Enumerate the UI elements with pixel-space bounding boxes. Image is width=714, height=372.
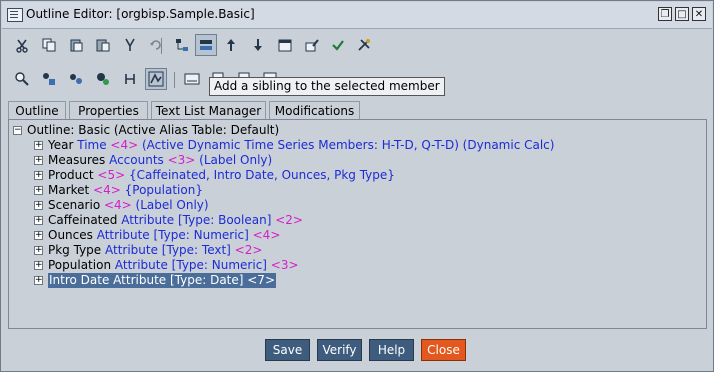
tab-text-list-manager[interactable]: Text List Manager [151,101,266,119]
edit-icon[interactable] [301,34,323,56]
tab-properties[interactable]: Properties [69,101,148,119]
member-label: Caffeinated Attribute [Type: Boolean] <2… [48,213,303,227]
expand-icon[interactable]: + [34,141,43,150]
properties-icon[interactable] [92,68,114,90]
expand-icon[interactable]: + [34,186,43,195]
expand-icon[interactable]: + [34,171,43,180]
tab-outline[interactable]: Outline [8,101,66,119]
expand-icon[interactable]: + [34,201,43,210]
member-label: Scenario <4> (Label Only) [48,198,209,212]
move-up-icon[interactable] [220,34,242,56]
close-icon[interactable]: ✕ [692,7,706,21]
text-abc-icon[interactable] [181,68,203,90]
paste-icon[interactable] [65,34,87,56]
add-child-icon[interactable] [171,34,193,56]
expand-icon[interactable]: + [34,276,43,285]
member-label: Year Time <4> (Active Dynamic Time Serie… [48,138,555,152]
undo-icon[interactable] [145,34,167,56]
tab-modifications[interactable]: Modifications [269,101,360,119]
cut-icon[interactable] [11,34,33,56]
verify-button[interactable]: Verify [317,339,362,361]
maximize-icon[interactable]: □ [675,7,689,21]
member-label: Market <4> {Population} [48,183,203,197]
expand-icon[interactable]: + [34,246,43,255]
member-label: Measures Accounts <3> (Label Only) [48,153,273,167]
help-button[interactable]: Help [369,339,414,361]
verify-check-icon[interactable] [327,34,349,56]
outline-panel: − Outline: Basic (Active Alias Table: Def… [8,119,707,329]
find-icon[interactable] [119,34,141,56]
move-down-icon[interactable] [247,34,269,56]
copy-icon[interactable] [38,34,60,56]
paste-sibling-icon[interactable] [92,34,114,56]
tooltip: Add a sibling to the selected member [209,77,445,96]
member-label: Intro Date Attribute [Type: Date] <7> [48,273,276,288]
restore-icon[interactable]: ❐ [658,7,672,21]
member-label: Population Attribute [Type: Numeric] <3> [48,258,299,272]
member-label: Product <5> {Caffeinated, Intro Date, Ou… [48,168,395,182]
calendar-icon[interactable] [274,34,296,56]
expand-icon[interactable]: + [34,231,43,240]
attribute-icon[interactable] [119,68,141,90]
formula-icon[interactable] [145,68,167,90]
toolbar-separator [161,38,162,54]
expand-icon[interactable]: + [34,216,43,225]
window-title: Outline Editor: [orgbisp.Sample.Basic] [26,7,255,21]
alias-icon[interactable] [38,68,60,90]
collapse-icon[interactable]: − [13,126,22,135]
title-bar[interactable]: Outline Editor: [orgbisp.Sample.Basic] ❐… [2,2,712,29]
member-label: Pkg Type Attribute [Type: Text] <2> [48,243,263,257]
close-button[interactable]: Close [421,339,466,361]
member-label: Outline: Basic (Active Alias Table: Defa… [27,123,280,137]
expand-icon[interactable]: + [34,261,43,270]
tools-icon[interactable] [353,34,375,56]
member-icon[interactable] [65,68,87,90]
add-sibling-icon[interactable] [195,34,217,56]
zoom-out-icon[interactable] [11,68,33,90]
outline-editor-window: Outline Editor: [orgbisp.Sample.Basic] ❐… [0,0,714,372]
toolbar-separator [174,72,175,88]
outline-app-icon [7,8,23,22]
expand-icon[interactable]: + [34,156,43,165]
member-label: Ounces Attribute [Type: Numeric] <4> [48,228,281,242]
save-button[interactable]: Save [265,339,310,361]
